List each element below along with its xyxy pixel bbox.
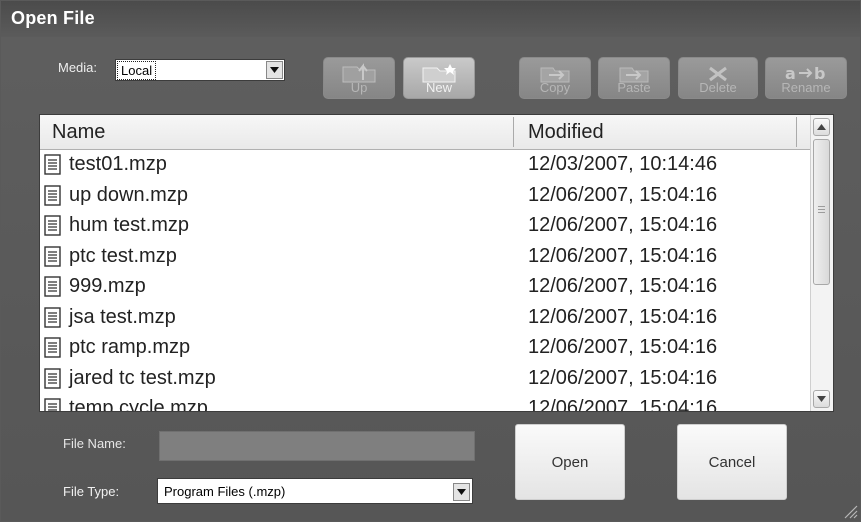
- file-modified-cell: 12/06/2007, 15:04:16: [528, 336, 718, 358]
- file-row[interactable]: jared tc test.mzp 12/06/2007, 15:04:16: [40, 364, 812, 395]
- cancel-button[interactable]: Cancel: [677, 424, 787, 500]
- media-label: Media:: [58, 60, 98, 75]
- file-row[interactable]: ptc test.mzp 12/06/2007, 15:04:16: [40, 242, 812, 273]
- file-modified-cell: 12/06/2007, 15:04:16: [528, 397, 718, 412]
- dialog-title: Open File: [11, 8, 95, 28]
- open-file-dialog: Open File Media: Local Up New Copy Paste…: [0, 0, 861, 522]
- file-row[interactable]: ptc ramp.mzp 12/06/2007, 15:04:16: [40, 333, 812, 364]
- vertical-scrollbar[interactable]: [810, 115, 833, 411]
- document-icon: [44, 276, 61, 297]
- scrollbar-thumb[interactable]: [813, 139, 830, 285]
- file-name-cell: 999.mzp: [69, 275, 146, 297]
- up-button[interactable]: Up: [323, 57, 395, 99]
- rename-button-label: Rename: [781, 80, 831, 95]
- file-type-dropdown-button[interactable]: [453, 483, 470, 501]
- chevron-down-icon: [457, 489, 466, 495]
- scrollbar-grip: [818, 206, 825, 214]
- file-modified-cell: 12/06/2007, 15:04:16: [528, 244, 718, 267]
- file-name-cell: jsa test.mzp: [69, 305, 176, 328]
- file-row[interactable]: up down.mzp 12/06/2007, 15:04:16: [40, 181, 812, 212]
- chevron-down-icon: [817, 396, 826, 402]
- rename-button[interactable]: a b Rename: [765, 57, 847, 99]
- document-icon: [44, 184, 61, 206]
- file-row[interactable]: jsa test.mzp 12/06/2007, 15:04:16: [40, 303, 812, 334]
- title-bar[interactable]: Open File: [1, 1, 860, 37]
- new-button[interactable]: New: [403, 57, 475, 99]
- file-modified-cell: 12/06/2007, 15:04:16: [528, 275, 718, 297]
- new-button-label: New: [425, 80, 452, 95]
- document-icon: [44, 398, 61, 411]
- resize-grip-icon[interactable]: [842, 503, 858, 519]
- up-button-label: Up: [350, 80, 368, 95]
- delete-button[interactable]: Delete: [678, 57, 758, 99]
- document-icon: [44, 154, 61, 175]
- file-row[interactable]: test01.mzp 12/03/2007, 10:14:46: [40, 150, 812, 181]
- column-header-modified[interactable]: Modified: [528, 115, 604, 149]
- file-type-select[interactable]: Program Files (.mzp): [157, 478, 473, 504]
- file-type-value: Program Files (.mzp): [164, 484, 286, 499]
- file-modified-cell: 12/03/2007, 10:14:46: [528, 153, 718, 175]
- chevron-up-icon: [817, 124, 826, 130]
- column-divider[interactable]: [513, 117, 514, 147]
- scroll-down-button[interactable]: [813, 390, 830, 408]
- copy-button[interactable]: Copy: [519, 57, 591, 99]
- file-modified-cell: 12/06/2007, 15:04:16: [528, 305, 718, 328]
- document-icon: [44, 367, 61, 389]
- media-dropdown-button[interactable]: [266, 61, 283, 79]
- document-icon: [44, 337, 61, 358]
- file-type-label: File Type:: [63, 484, 120, 499]
- paste-button-label: Paste: [617, 80, 651, 95]
- file-name-cell: hum test.mzp: [69, 214, 190, 236]
- file-modified-cell: 12/06/2007, 15:04:16: [528, 214, 718, 236]
- file-name-cell: test01.mzp: [69, 153, 167, 175]
- document-icon: [44, 215, 61, 236]
- document-icon: [44, 245, 61, 267]
- file-row[interactable]: hum test.mzp 12/06/2007, 15:04:16: [40, 211, 812, 242]
- file-modified-cell: 12/06/2007, 15:04:16: [528, 366, 718, 389]
- delete-button-label: Delete: [699, 80, 737, 95]
- column-header-name[interactable]: Name: [52, 115, 105, 149]
- file-name-cell: up down.mzp: [69, 183, 188, 206]
- file-modified-cell: 12/06/2007, 15:04:16: [528, 183, 718, 206]
- file-list[interactable]: Name Modified test01.mzp 12/03/2007, 10:1…: [39, 114, 834, 412]
- paste-button[interactable]: Paste: [598, 57, 670, 99]
- scroll-up-button[interactable]: [813, 118, 830, 136]
- file-name-cell: temp cycle.mzp: [69, 397, 208, 412]
- media-select-value: Local: [117, 61, 157, 80]
- chevron-down-icon: [270, 67, 279, 73]
- file-name-cell: ptc ramp.mzp: [69, 336, 191, 358]
- open-button[interactable]: Open: [515, 424, 625, 500]
- file-name-label: File Name:: [63, 436, 126, 451]
- file-name-cell: jared tc test.mzp: [69, 366, 216, 389]
- file-row[interactable]: temp cycle.mzp 12/06/2007, 15:04:16: [40, 394, 812, 412]
- column-divider[interactable]: [796, 117, 797, 147]
- file-name-cell: ptc test.mzp: [69, 244, 177, 267]
- file-list-header: Name Modified: [40, 115, 812, 150]
- file-name-input[interactable]: [159, 431, 475, 461]
- file-row[interactable]: 999.mzp 12/06/2007, 15:04:16: [40, 272, 812, 303]
- copy-button-label: Copy: [539, 80, 571, 95]
- media-select[interactable]: Local: [115, 59, 285, 81]
- document-icon: [44, 306, 61, 328]
